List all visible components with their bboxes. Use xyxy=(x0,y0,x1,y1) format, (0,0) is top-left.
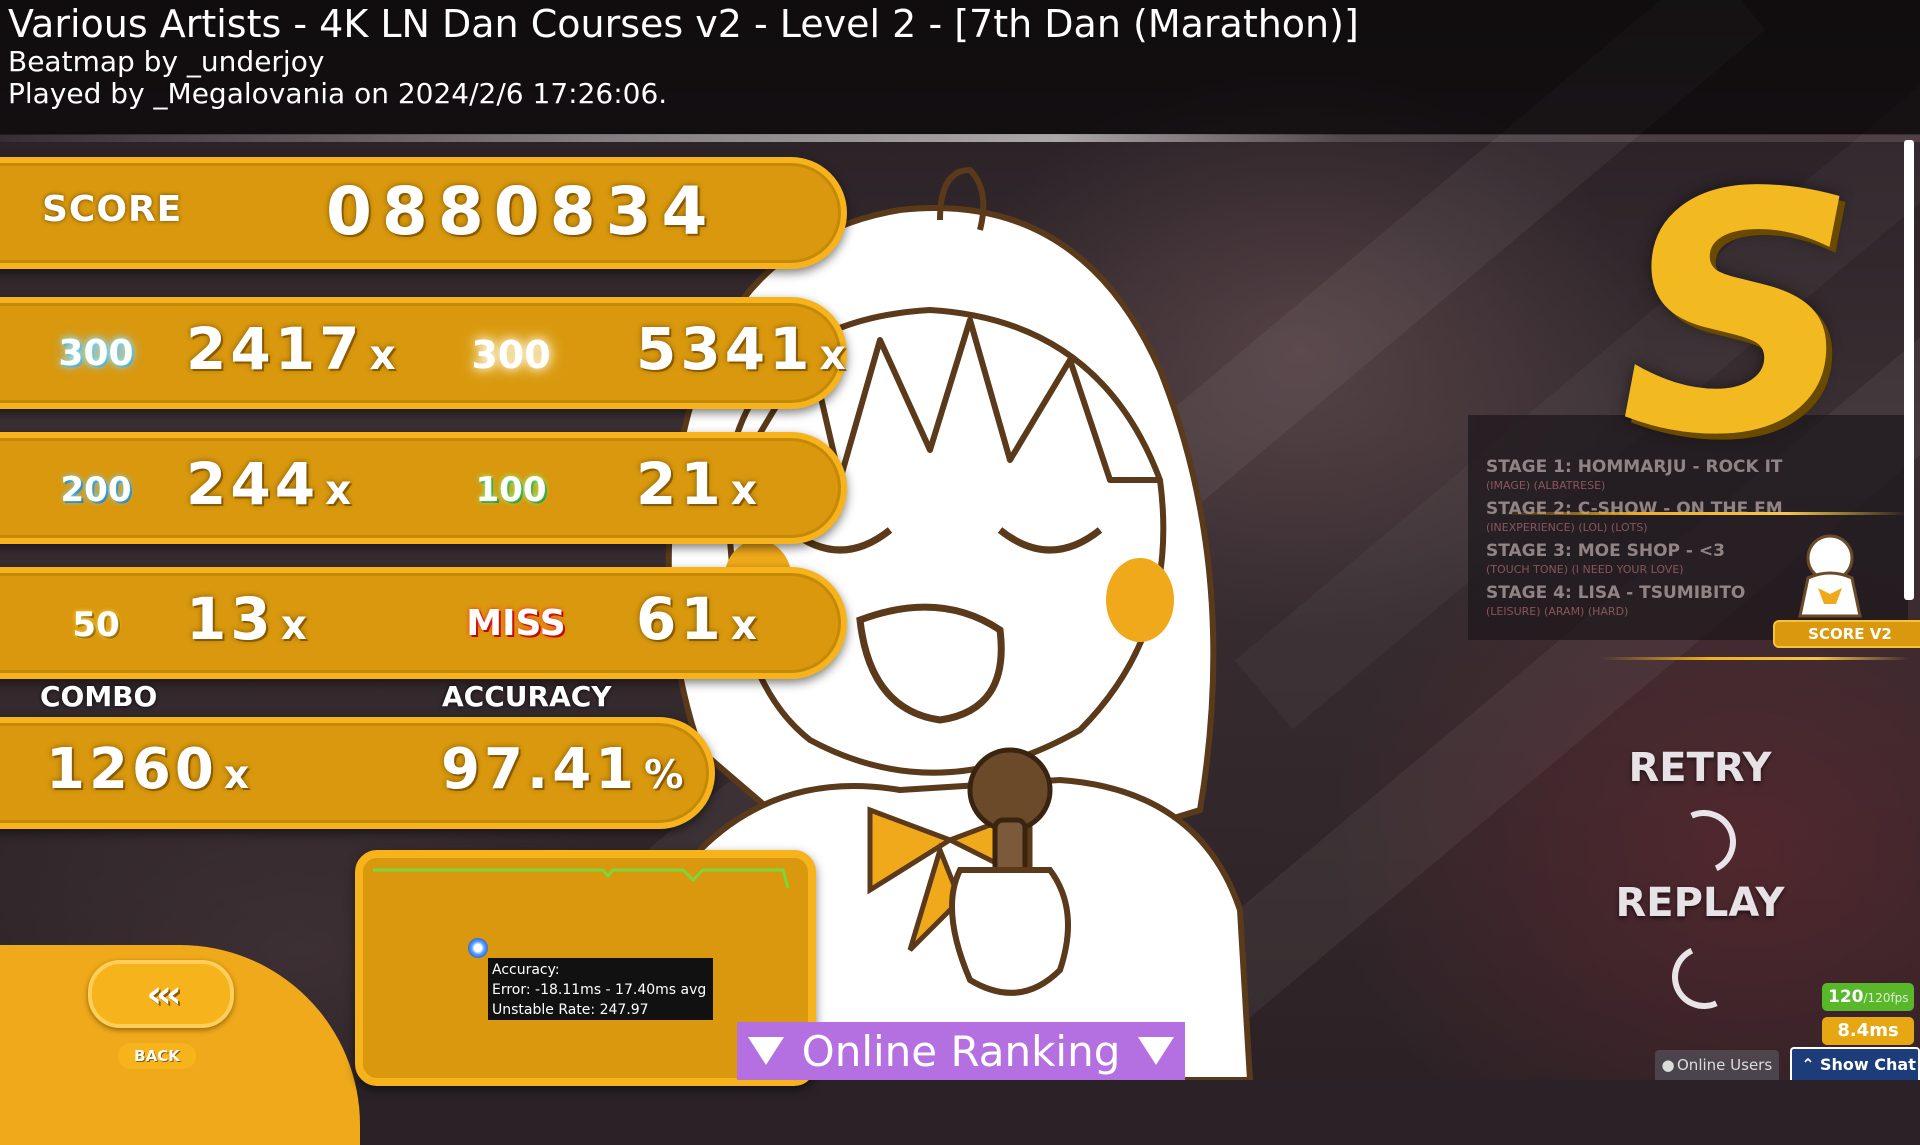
show-chat-button[interactable]: ⌃ Show Chat xyxy=(1790,1047,1920,1080)
judgement-row-200: 200 244 x 100 21 x xyxy=(0,432,847,544)
online-ranking-button[interactable]: Online Ranking xyxy=(737,1022,1185,1080)
back-label[interactable]: BACK xyxy=(118,1043,196,1069)
latency-counter: 8.4ms xyxy=(1822,1017,1914,1045)
judgement-row-50: 50 13 x MISS 61 x xyxy=(0,567,847,679)
tooltip-line: Unstable Rate: 247.97 xyxy=(492,1002,649,1018)
judgement-200-count: 244 x xyxy=(186,450,356,518)
chevron-up-icon: ⌃ xyxy=(1801,1055,1815,1074)
back-button[interactable]: ‹‹‹ xyxy=(88,960,234,1028)
play-info: Played by _Megalovania on 2024/2/6 17:26… xyxy=(8,77,668,110)
fps-value: 120 xyxy=(1828,987,1864,1007)
fps-target: /120fps xyxy=(1863,991,1909,1005)
scrollbar[interactable] xyxy=(1904,140,1914,600)
gold-divider xyxy=(1500,512,1910,515)
grade-letter: S xyxy=(1620,123,1858,507)
fps-counter: 120/120fps xyxy=(1822,983,1914,1011)
stage-4-sub: (LEISURE) (ARAM) (HARD) xyxy=(1486,605,1629,618)
stage-4: STAGE 4: LISA - TSUMIBITO xyxy=(1486,583,1746,603)
score-panel: SCORE 0880834 xyxy=(0,157,847,269)
score-value: 0880834 xyxy=(326,173,718,250)
accuracy-label: ACCURACY xyxy=(442,680,612,713)
accuracy-value: 97.41% xyxy=(441,737,688,802)
mod-mascot-icon xyxy=(1798,534,1862,618)
users-icon: ● xyxy=(1661,1056,1675,1074)
tooltip-line: Error: -18.11ms - 17.40ms avg xyxy=(492,982,707,998)
gold-divider xyxy=(1600,657,1910,660)
judgement-300-count: 2417 x xyxy=(186,315,400,383)
chevron-down-icon xyxy=(1138,1037,1175,1065)
stage-2-sub: (INEXPERIENCE) (LOL) (LOTS) xyxy=(1486,521,1648,534)
judgement-300-icon: 300 xyxy=(58,333,134,374)
judgement-50-count: 13 x xyxy=(186,585,311,653)
judgement-max-icon: 300 xyxy=(471,333,551,377)
score-label: SCORE xyxy=(42,189,183,230)
judgement-100-count: 21 x xyxy=(636,450,761,518)
chevron-down-icon xyxy=(747,1037,784,1065)
mod-badge: SCORE V2 xyxy=(1773,620,1920,648)
retry-button[interactable]: RETRY xyxy=(1620,745,1780,791)
mouse-cursor xyxy=(468,938,488,958)
combo-value: 1260 x xyxy=(46,737,254,802)
beatmap-title: Various Artists - 4K LN Dan Courses v2 -… xyxy=(8,2,1359,46)
judgement-miss-icon: MISS xyxy=(466,603,566,644)
replay-button[interactable]: REPLAY xyxy=(1610,880,1790,926)
stage-3-sub: (TOUCH TONE) (I NEED YOUR LOVE) xyxy=(1486,563,1684,576)
online-ranking-label: Online Ranking xyxy=(801,1026,1121,1076)
back-arrows-icon: ‹‹‹ xyxy=(146,972,182,1016)
judgement-200-icon: 200 xyxy=(60,470,132,510)
online-users-label: Online Users xyxy=(1677,1056,1773,1074)
online-users-button[interactable]: ● Online Users xyxy=(1655,1050,1779,1080)
judgement-max-count: 5341 x xyxy=(636,315,850,383)
stage-3: STAGE 3: MOE SHOP - <3 xyxy=(1486,541,1725,561)
judgement-50-icon: 50 xyxy=(72,605,120,645)
judgement-100-icon: 100 xyxy=(475,470,547,510)
beatmap-creator: Beatmap by _underjoy xyxy=(8,45,325,78)
judgement-miss-count: 61 x xyxy=(636,585,761,653)
accuracy-tooltip: Accuracy: Error: -18.11ms - 17.40ms avg … xyxy=(488,958,713,1020)
combo-accuracy-panel: 1260 x 97.41% xyxy=(0,717,715,829)
tooltip-line: Accuracy: xyxy=(492,962,560,978)
show-chat-label: Show Chat xyxy=(1820,1055,1916,1074)
judgement-row-300: 300 2417 x 300 5341 x xyxy=(0,297,847,409)
combo-label: COMBO xyxy=(40,680,158,713)
stage-1-sub: (IMAGE) (ALBATRESE) xyxy=(1486,479,1606,492)
